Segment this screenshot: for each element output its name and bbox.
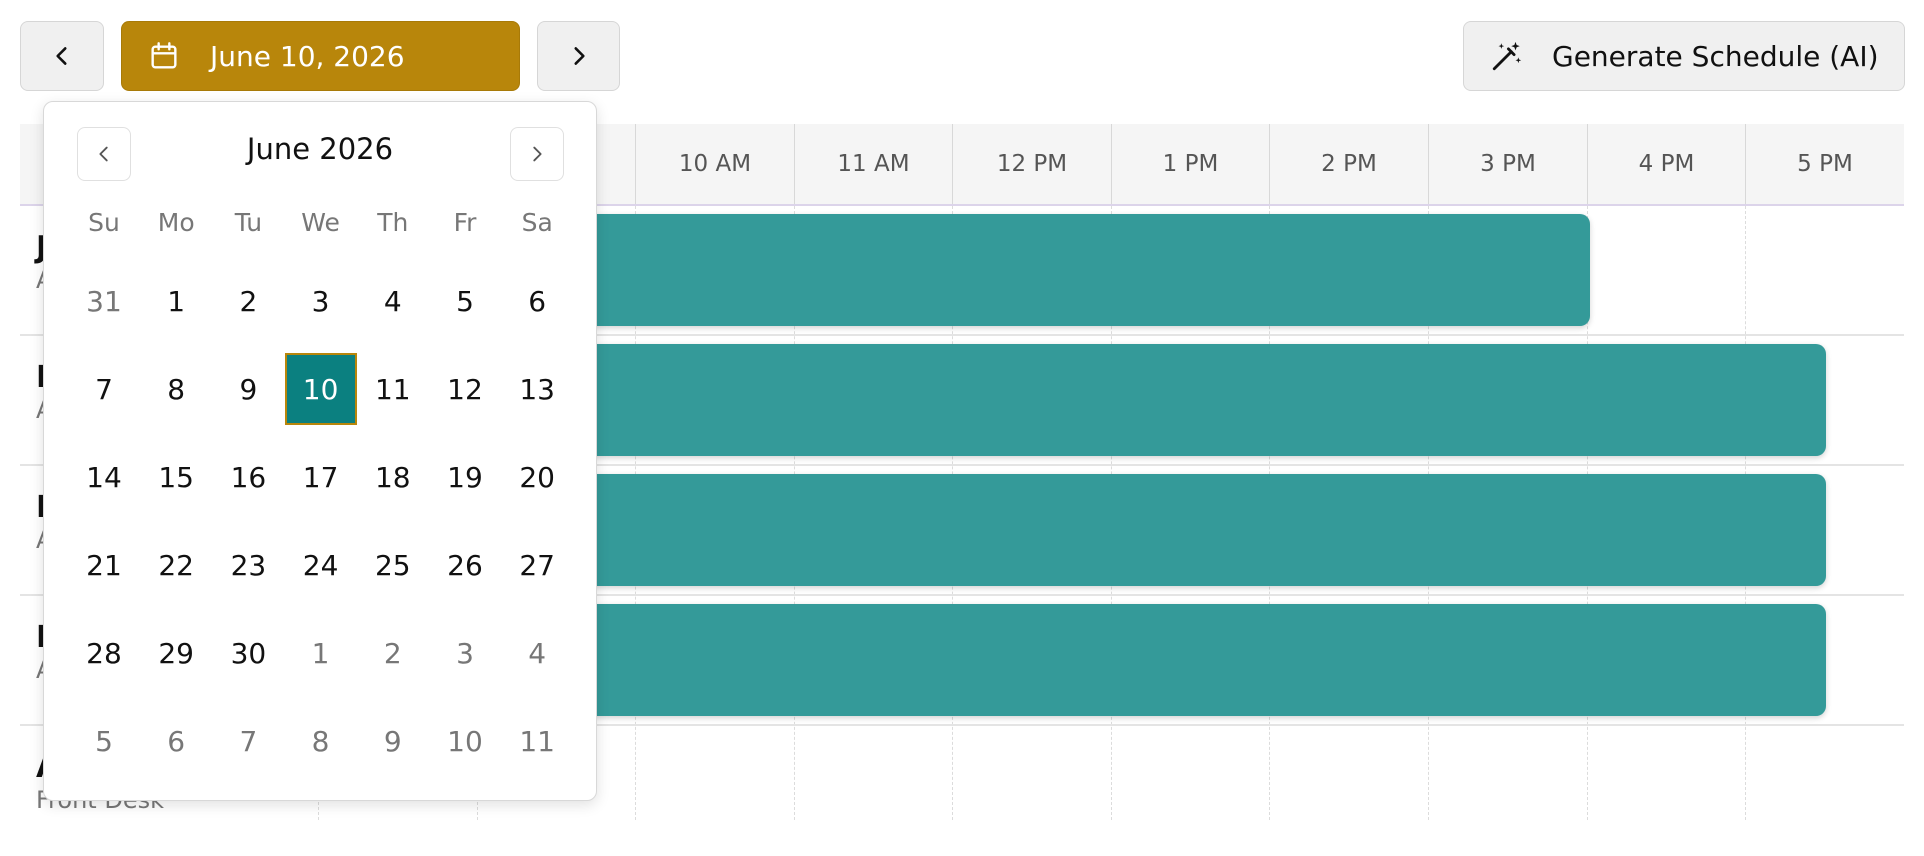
weekday-header: Tu bbox=[234, 208, 263, 237]
calendar-day[interactable]: 5 bbox=[429, 265, 501, 337]
hour-label: 12 PM bbox=[952, 124, 1111, 204]
calendar-day[interactable]: 24 bbox=[285, 529, 357, 601]
calendar-day[interactable]: 28 bbox=[68, 617, 140, 689]
calendar-day[interactable]: 26 bbox=[429, 529, 501, 601]
generate-schedule-button[interactable]: Generate Schedule (AI) bbox=[1463, 21, 1905, 91]
calendar-day[interactable]: 15 bbox=[140, 441, 212, 513]
hour-label: 11 AM bbox=[794, 124, 952, 204]
weekday-header: Fr bbox=[453, 208, 477, 237]
hour-label: 4 PM bbox=[1587, 124, 1745, 204]
calendar-day[interactable]: 6 bbox=[501, 265, 573, 337]
calendar-day[interactable]: 18 bbox=[357, 441, 429, 513]
weekday-header: Su bbox=[88, 208, 120, 237]
weekday-header: We bbox=[301, 208, 340, 237]
calendar-day[interactable]: 12 bbox=[429, 353, 501, 425]
calendar-day-outside[interactable]: 4 bbox=[501, 617, 573, 689]
shift-block[interactable] bbox=[570, 214, 1590, 326]
calendar-day-outside[interactable]: 11 bbox=[501, 705, 573, 777]
calendar-day-outside[interactable]: 5 bbox=[68, 705, 140, 777]
calendar-icon bbox=[151, 42, 177, 69]
calendar-day-outside[interactable]: 10 bbox=[429, 705, 501, 777]
hour-label: 2 PM bbox=[1269, 124, 1428, 204]
calendar-day-outside[interactable]: 8 bbox=[285, 705, 357, 777]
calendar-day[interactable]: 2 bbox=[212, 265, 284, 337]
weekday-header: Th bbox=[377, 208, 409, 237]
calendar-day[interactable]: 4 bbox=[357, 265, 429, 337]
calendar-day[interactable]: 21 bbox=[68, 529, 140, 601]
calendar-day-outside[interactable]: 2 bbox=[357, 617, 429, 689]
hour-label: 10 AM bbox=[635, 124, 794, 204]
calendar-day[interactable]: 14 bbox=[68, 441, 140, 513]
hour-label: 3 PM bbox=[1428, 124, 1587, 204]
next-day-button[interactable] bbox=[537, 21, 620, 91]
previous-day-button[interactable] bbox=[20, 21, 104, 91]
calendar-day[interactable]: 25 bbox=[357, 529, 429, 601]
calendar-day[interactable]: 16 bbox=[212, 441, 284, 513]
calendar-day[interactable]: 27 bbox=[501, 529, 573, 601]
calendar-day[interactable]: 3 bbox=[285, 265, 357, 337]
calendar-day[interactable]: 23 bbox=[212, 529, 284, 601]
calendar-day[interactable]: 17 bbox=[285, 441, 357, 513]
calendar-day[interactable]: 7 bbox=[68, 353, 140, 425]
calendar-day[interactable]: 9 bbox=[212, 353, 284, 425]
chevron-right-icon bbox=[533, 146, 542, 162]
shift-block[interactable] bbox=[570, 604, 1826, 716]
calendar-day-outside[interactable]: 7 bbox=[212, 705, 284, 777]
hour-label: 5 PM bbox=[1745, 124, 1904, 204]
calendar-day[interactable]: 8 bbox=[140, 353, 212, 425]
calendar-day[interactable]: 10 bbox=[284, 353, 357, 425]
date-picker-popover: June 2026 Su Mo Tu We Th Fr Sa 31 1 2 3 4 5 6 7 8 9 10 11 1… bbox=[43, 101, 597, 801]
calendar-day[interactable]: 20 bbox=[501, 441, 573, 513]
calendar-day[interactable]: 11 bbox=[357, 353, 429, 425]
calendar-day-outside[interactable]: 3 bbox=[429, 617, 501, 689]
generate-schedule-label: Generate Schedule (AI) bbox=[1552, 39, 1879, 73]
date-picker-button[interactable]: June 10, 2026 bbox=[121, 21, 520, 91]
magic-wand-icon bbox=[1492, 41, 1522, 71]
calendar-day-outside[interactable]: 1 bbox=[285, 617, 357, 689]
calendar-day[interactable]: 30 bbox=[212, 617, 284, 689]
shift-block[interactable] bbox=[570, 474, 1826, 586]
calendar-day-outside[interactable]: 31 bbox=[68, 265, 140, 337]
selected-date-label: June 10, 2026 bbox=[210, 39, 405, 73]
calendar-day[interactable]: 22 bbox=[140, 529, 212, 601]
calendar-day[interactable]: 13 bbox=[501, 353, 573, 425]
hour-label: 1 PM bbox=[1111, 124, 1269, 204]
calendar-day[interactable]: 19 bbox=[429, 441, 501, 513]
next-month-button[interactable] bbox=[510, 127, 564, 181]
shift-block[interactable] bbox=[570, 344, 1826, 456]
calendar-day-outside[interactable]: 9 bbox=[357, 705, 429, 777]
calendar-day[interactable]: 1 bbox=[140, 265, 212, 337]
weekday-header: Sa bbox=[521, 208, 553, 237]
calendar-day[interactable]: 29 bbox=[140, 617, 212, 689]
calendar-day-outside[interactable]: 6 bbox=[140, 705, 212, 777]
weekday-header: Mo bbox=[157, 208, 195, 237]
chevron-right-icon bbox=[573, 47, 585, 65]
chevron-left-icon bbox=[56, 47, 67, 65]
